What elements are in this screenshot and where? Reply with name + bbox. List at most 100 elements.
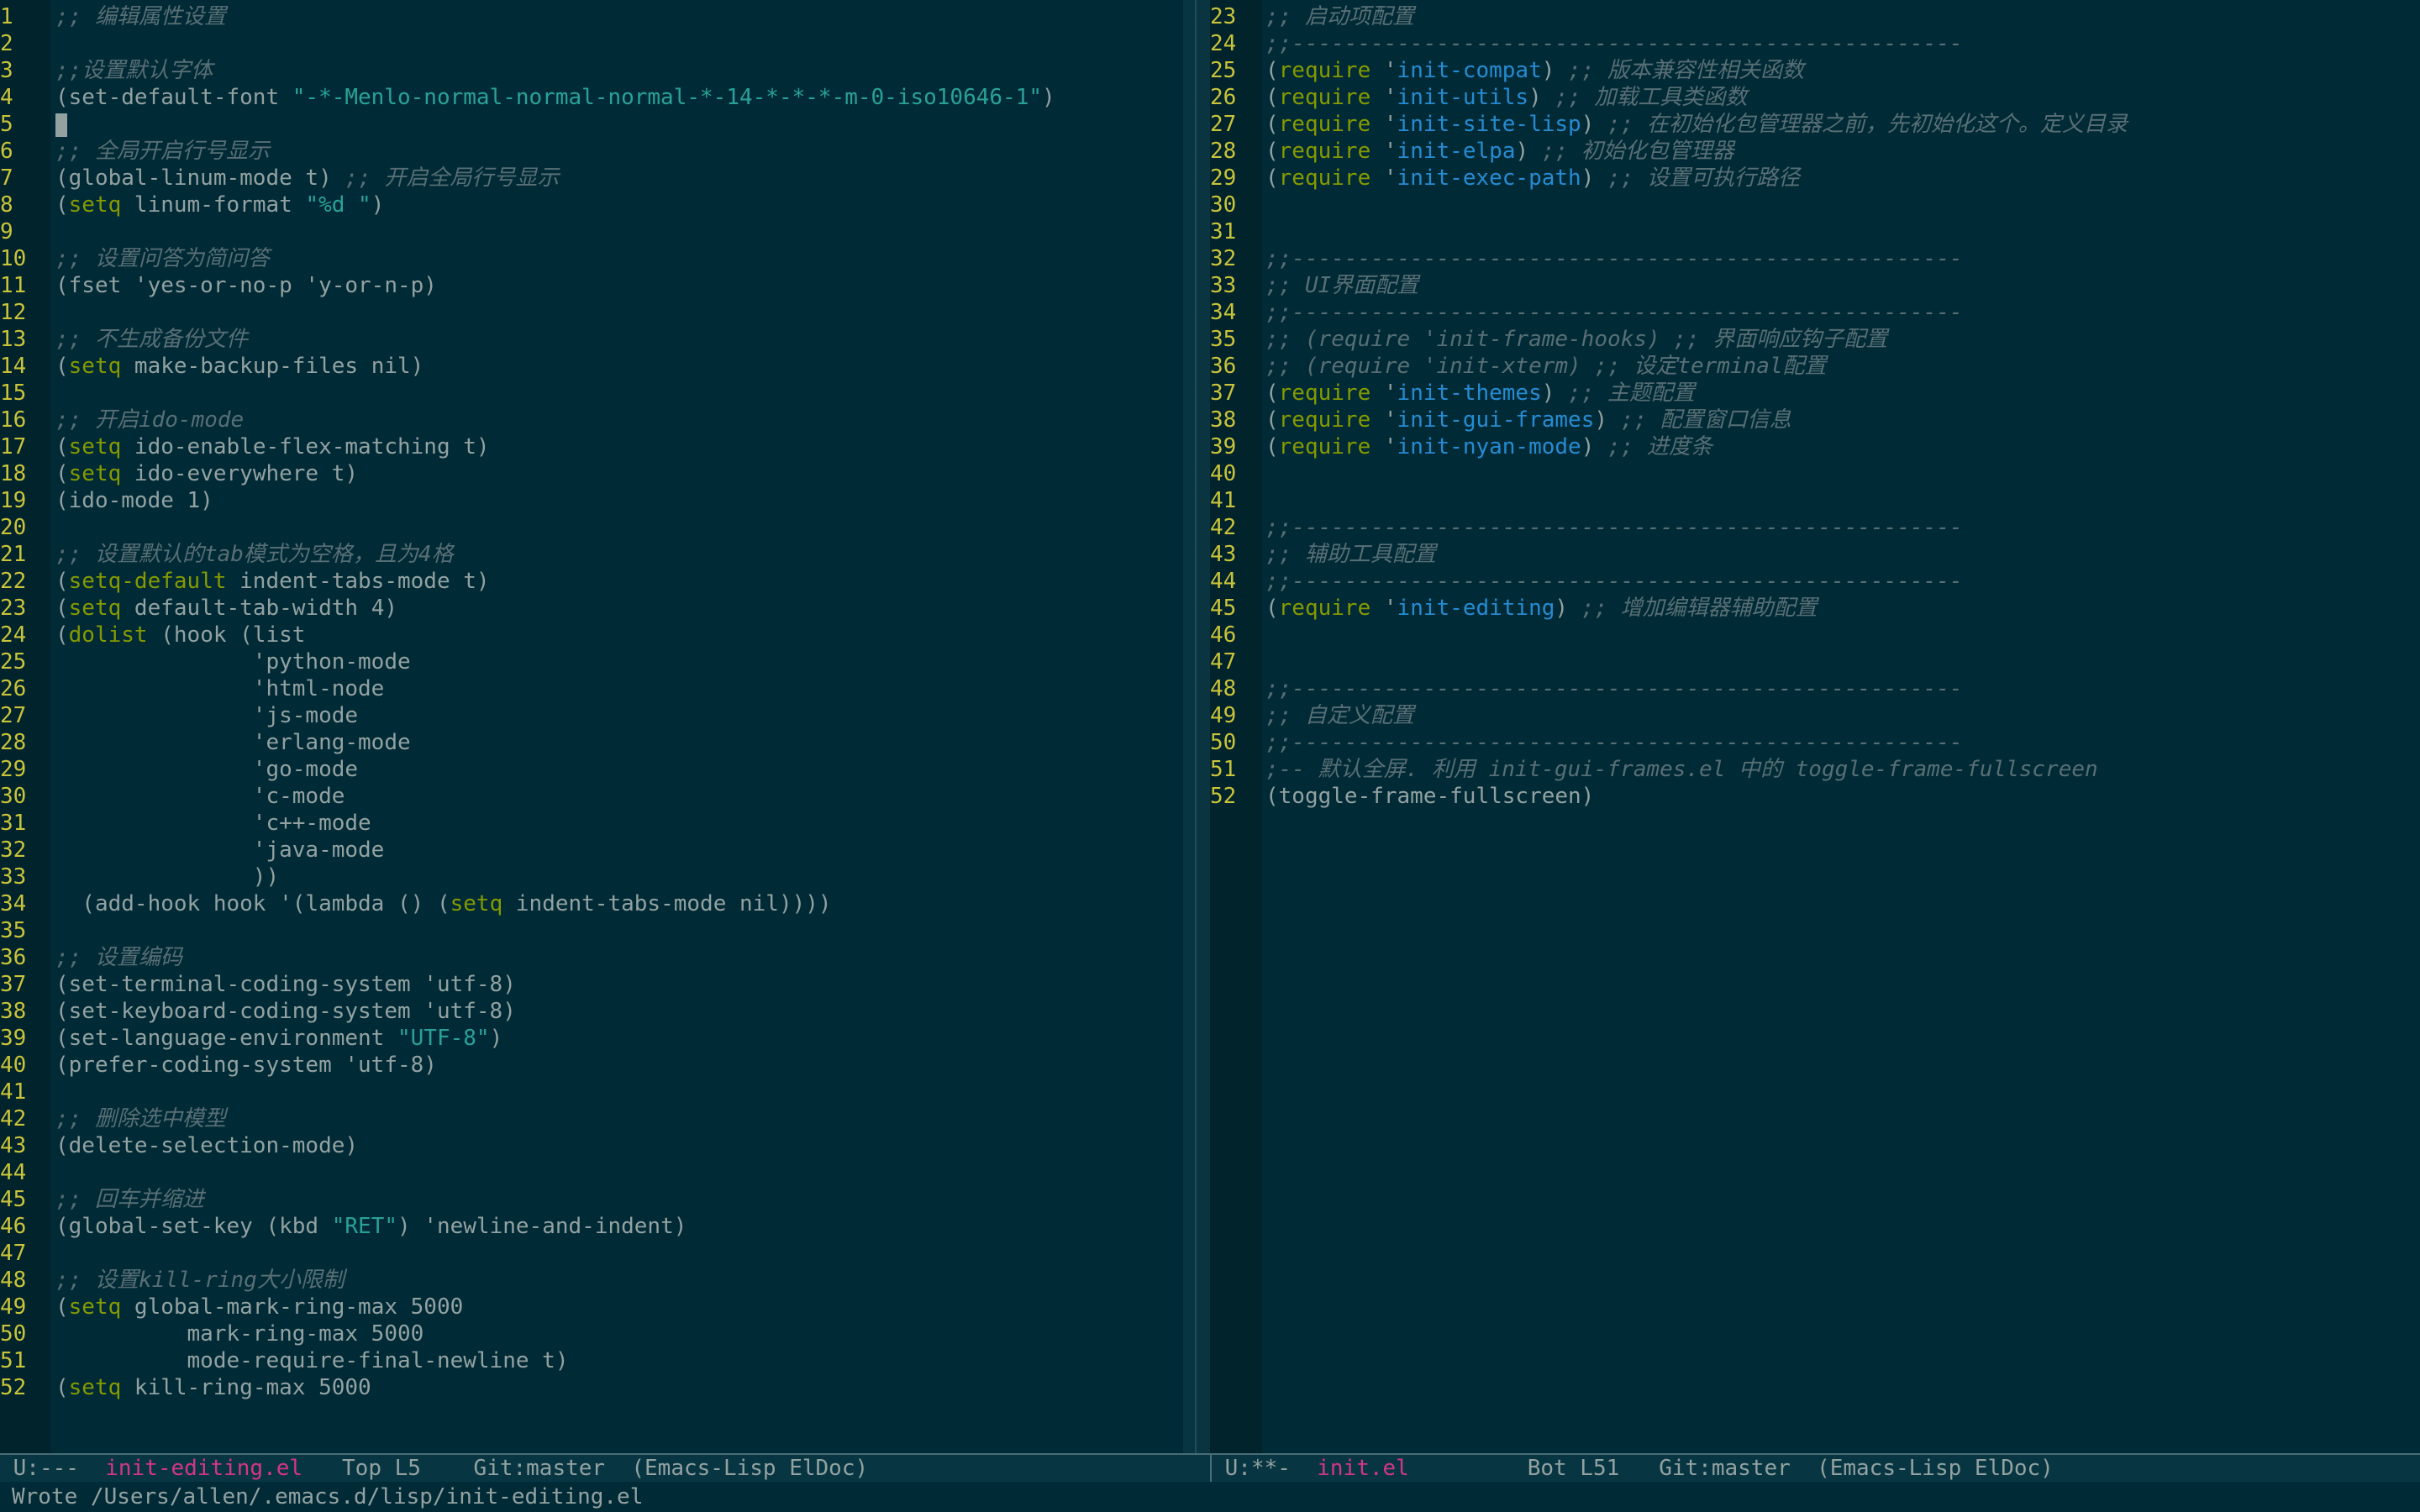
code-text[interactable]: ;; 设置默认的tab模式为空格，且为4格	[55, 541, 1195, 568]
code-text[interactable]: (setq-default indent-tabs-mode t)	[55, 568, 1195, 595]
code-line[interactable]: 16 ;; 开启ido-mode	[0, 407, 1195, 433]
code-line[interactable]: 35	[0, 917, 1195, 944]
code-text[interactable]: (dolist (hook (list	[55, 622, 1195, 648]
code-line[interactable]: 31	[1210, 218, 2420, 245]
code-line[interactable]: 33 ))	[0, 864, 1195, 890]
code-line[interactable]: 18 (setq ido-everywhere t)	[0, 460, 1195, 487]
code-text[interactable]: (require 'init-editing) ;; 增加编辑器辅助配置	[1265, 595, 2420, 622]
code-line[interactable]: 23 (setq default-tab-width 4)	[0, 595, 1195, 622]
code-text[interactable]: ;; 辅助工具配置	[1265, 541, 2420, 568]
code-line[interactable]: 48 ;; 设置kill-ring大小限制	[0, 1267, 1195, 1294]
code-text[interactable]: mode-require-final-newline t)	[55, 1347, 1195, 1374]
code-text[interactable]: 'go-mode	[55, 756, 1195, 783]
code-line[interactable]: 26 (require 'init-utils) ;; 加载工具类函数	[1210, 84, 2420, 111]
code-line[interactable]: 8 (setq linum-format "%d ")	[0, 192, 1195, 218]
code-text[interactable]: (require 'init-elpa) ;; 初始化包管理器	[1265, 138, 2420, 165]
code-line[interactable]: 46	[1210, 622, 2420, 648]
code-text[interactable]: 'html-node	[55, 675, 1195, 702]
code-line[interactable]: 40	[1210, 460, 2420, 487]
code-text[interactable]: 'c++-mode	[55, 810, 1195, 837]
code-line[interactable]: 46 (global-set-key (kbd "RET") 'newline-a…	[0, 1213, 1195, 1240]
code-text[interactable]	[55, 111, 1195, 138]
code-text[interactable]: (setq ido-everywhere t)	[55, 460, 1195, 487]
editor-pane-left[interactable]: 1 ;; 编辑属性设置 2 3 ;;设置默认字体 4 (set-default-font "…	[0, 0, 1195, 1453]
code-text[interactable]: ;; (require 'init-frame-hooks) ;; 界面响应钩子…	[1265, 326, 2420, 353]
echo-area[interactable]: Wrote /Users/allen/.emacs.d/lisp/init-ed…	[0, 1482, 2420, 1512]
code-line[interactable]: 11 (fset 'yes-or-no-p 'y-or-n-p)	[0, 272, 1195, 299]
code-text[interactable]: (toggle-frame-fullscreen)	[1265, 783, 2420, 810]
code-text[interactable]: 'python-mode	[55, 648, 1195, 675]
code-text[interactable]: 'java-mode	[55, 837, 1195, 864]
code-line[interactable]: 3 ;;设置默认字体	[0, 57, 1195, 84]
code-line[interactable]: 52 (setq kill-ring-max 5000	[0, 1374, 1195, 1401]
code-text[interactable]: ;; 设置问答为简问答	[55, 245, 1195, 272]
code-line[interactable]: 50 ;;------------------------------------…	[1210, 729, 2420, 756]
code-text[interactable]: ;; 全局开启行号显示	[55, 138, 1195, 165]
code-line[interactable]: 35 ;; (require 'init-frame-hooks) ;; 界面响应…	[1210, 326, 2420, 353]
code-text[interactable]: (require 'init-themes) ;; 主题配置	[1265, 380, 2420, 407]
code-line[interactable]: 34 (add-hook hook '(lambda () (setq inde…	[0, 890, 1195, 917]
code-line[interactable]: 27 'js-mode	[0, 702, 1195, 729]
code-line[interactable]: 29 'go-mode	[0, 756, 1195, 783]
editor-pane-right[interactable]: 23 ;; 启动项配置 24 ;;--------------------------…	[1210, 0, 2420, 1453]
code-text[interactable]: ;;--------------------------------------…	[1265, 568, 2420, 595]
code-text[interactable]: ))	[55, 864, 1195, 890]
code-line[interactable]: 32 ;;------------------------------------…	[1210, 245, 2420, 272]
code-text[interactable]: ;; 启动项配置	[1265, 3, 2420, 30]
code-line[interactable]: 30 'c-mode	[0, 783, 1195, 810]
code-text[interactable]: (set-keyboard-coding-system 'utf-8)	[55, 998, 1195, 1025]
code-line[interactable]: 9	[0, 218, 1195, 245]
code-line[interactable]: 28 'erlang-mode	[0, 729, 1195, 756]
code-text[interactable]: (require 'init-gui-frames) ;; 配置窗口信息	[1265, 407, 2420, 433]
code-line[interactable]: 36 ;; 设置编码	[0, 944, 1195, 971]
code-line[interactable]: 44	[0, 1159, 1195, 1186]
code-text[interactable]: ;; 回车并缩进	[55, 1186, 1195, 1213]
code-line[interactable]: 42 ;; 删除选中模型	[0, 1105, 1195, 1132]
code-text[interactable]: ;; (require 'init-xterm) ;; 设定terminal配置	[1265, 353, 2420, 380]
code-text[interactable]: ;;--------------------------------------…	[1265, 514, 2420, 541]
code-line[interactable]: 37 (require 'init-themes) ;; 主题配置	[1210, 380, 2420, 407]
code-line[interactable]: 5	[0, 111, 1195, 138]
code-line[interactable]: 38 (set-keyboard-coding-system 'utf-8)	[0, 998, 1195, 1025]
code-line[interactable]: 19 (ido-mode 1)	[0, 487, 1195, 514]
buffer-name[interactable]: init-editing.el	[105, 1456, 302, 1481]
code-text[interactable]: (require 'init-utils) ;; 加载工具类函数	[1265, 84, 2420, 111]
code-text[interactable]: ;; 设置kill-ring大小限制	[55, 1267, 1195, 1294]
code-text[interactable]: 'erlang-mode	[55, 729, 1195, 756]
code-text[interactable]: (setq ido-enable-flex-matching t)	[55, 433, 1195, 460]
code-line[interactable]: 17 (setq ido-enable-flex-matching t)	[0, 433, 1195, 460]
code-line[interactable]: 42 ;;------------------------------------…	[1210, 514, 2420, 541]
code-line[interactable]: 41	[1210, 487, 2420, 514]
code-text[interactable]: ;; 设置编码	[55, 944, 1195, 971]
code-line[interactable]: 39 (set-language-environment "UTF-8")	[0, 1025, 1195, 1052]
code-line[interactable]: 28 (require 'init-elpa) ;; 初始化包管理器	[1210, 138, 2420, 165]
code-text[interactable]: (setq default-tab-width 4)	[55, 595, 1195, 622]
code-text[interactable]: (require 'init-exec-path) ;; 设置可执行路径	[1265, 165, 2420, 192]
code-text[interactable]: ;; 删除选中模型	[55, 1105, 1195, 1132]
code-line[interactable]: 50 mark-ring-max 5000	[0, 1320, 1195, 1347]
code-line[interactable]: 20	[0, 514, 1195, 541]
code-line[interactable]: 21 ;; 设置默认的tab模式为空格，且为4格	[0, 541, 1195, 568]
code-text[interactable]: (setq global-mark-ring-max 5000	[55, 1294, 1195, 1320]
code-text[interactable]: ;; 编辑属性设置	[55, 3, 1195, 30]
code-line[interactable]: 37 (set-terminal-coding-system 'utf-8)	[0, 971, 1195, 998]
code-text[interactable]: (prefer-coding-system 'utf-8)	[55, 1052, 1195, 1079]
code-line[interactable]: 24 (dolist (hook (list	[0, 622, 1195, 648]
code-line[interactable]: 48 ;;------------------------------------…	[1210, 675, 2420, 702]
code-line[interactable]: 38 (require 'init-gui-frames) ;; 配置窗口信息	[1210, 407, 2420, 433]
code-line[interactable]: 25 'python-mode	[0, 648, 1195, 675]
code-line[interactable]: 32 'java-mode	[0, 837, 1195, 864]
code-text[interactable]: 'js-mode	[55, 702, 1195, 729]
code-text[interactable]: ;; 不生成备份文件	[55, 326, 1195, 353]
code-line[interactable]: 40 (prefer-coding-system 'utf-8)	[0, 1052, 1195, 1079]
code-line[interactable]: 22 (setq-default indent-tabs-mode t)	[0, 568, 1195, 595]
code-text[interactable]: ;;设置默认字体	[55, 57, 1195, 84]
code-line[interactable]: 14 (setq make-backup-files nil)	[0, 353, 1195, 380]
code-text[interactable]: (set-terminal-coding-system 'utf-8)	[55, 971, 1195, 998]
code-line[interactable]: 29 (require 'init-exec-path) ;; 设置可执行路径	[1210, 165, 2420, 192]
code-text[interactable]: ;;--------------------------------------…	[1265, 675, 2420, 702]
code-text[interactable]: (setq kill-ring-max 5000	[55, 1374, 1195, 1401]
code-line[interactable]: 23 ;; 启动项配置	[1210, 3, 2420, 30]
code-line[interactable]: 47	[0, 1240, 1195, 1267]
code-line[interactable]: 36 ;; (require 'init-xterm) ;; 设定terminal…	[1210, 353, 2420, 380]
